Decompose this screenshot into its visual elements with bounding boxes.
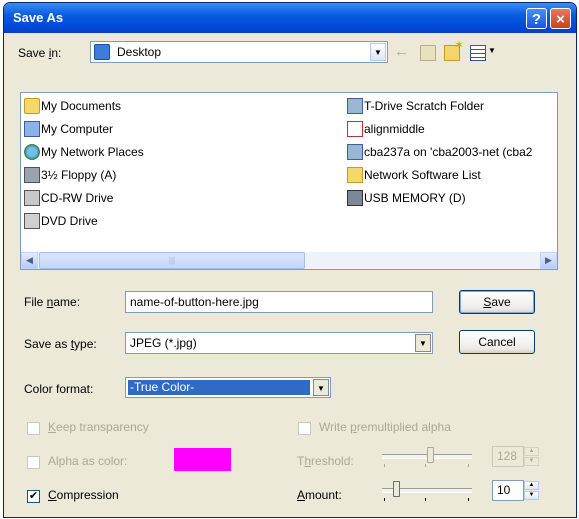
new-folder-star-icon: ✶ bbox=[454, 38, 465, 52]
horizontal-scrollbar[interactable]: ◀ ||| ▶ bbox=[21, 252, 557, 269]
premultiplied-alpha-label: Write premultiplied alpha bbox=[319, 420, 451, 434]
compression-label: Compression bbox=[48, 488, 119, 502]
list-item-label: USB MEMORY (D) bbox=[364, 191, 466, 205]
amount-slider[interactable] bbox=[378, 477, 478, 503]
up-folder-icon[interactable] bbox=[420, 45, 436, 61]
my-documents-icon bbox=[24, 98, 40, 114]
premultiplied-alpha-checkbox[interactable] bbox=[298, 422, 311, 435]
scroll-left-icon[interactable]: ◀ bbox=[21, 252, 38, 269]
save-button[interactable]: Save bbox=[459, 290, 535, 314]
spin-up-icon[interactable]: ▲ bbox=[524, 447, 539, 456]
amount-label: Amount: bbox=[297, 488, 342, 502]
threshold-input[interactable]: 128 bbox=[492, 446, 524, 467]
amount-slider-thumb[interactable] bbox=[393, 481, 400, 497]
save-as-type-combo[interactable]: JPEG (*.jpg) ▼ bbox=[125, 332, 433, 354]
threshold-spinner[interactable]: ▲ ▼ bbox=[524, 446, 539, 467]
file-list[interactable]: My Documents My Computer My Network Plac… bbox=[20, 92, 558, 270]
file-name-input[interactable]: name-of-button-here.jpg bbox=[125, 291, 433, 313]
spin-up-icon[interactable]: ▲ bbox=[524, 481, 539, 490]
file-name-label: File name: bbox=[24, 295, 81, 309]
threshold-label: Threshold: bbox=[297, 454, 354, 468]
save-in-combo[interactable]: Desktop ▼ bbox=[90, 41, 388, 63]
dialog-title: Save As bbox=[13, 10, 64, 25]
save-as-type-label: Save as type: bbox=[24, 337, 97, 351]
cancel-button[interactable]: Cancel bbox=[459, 330, 535, 354]
threshold-slider[interactable] bbox=[378, 443, 478, 469]
color-format-combo[interactable]: -True Color- ▼ bbox=[125, 377, 331, 398]
shortcut-icon bbox=[347, 167, 363, 183]
list-item-label: 3½ Floppy (A) bbox=[41, 168, 117, 182]
list-item-label: My Computer bbox=[41, 122, 114, 136]
spin-down-icon[interactable]: ▼ bbox=[524, 457, 539, 466]
view-menu-arrow-icon[interactable]: ▼ bbox=[488, 46, 496, 55]
keep-transparency-checkbox[interactable] bbox=[27, 422, 40, 435]
help-button[interactable]: ? bbox=[526, 8, 547, 29]
scroll-thumb[interactable]: ||| bbox=[39, 252, 305, 269]
cd-drive-icon bbox=[24, 190, 40, 206]
alpha-as-color-label: Alpha as color: bbox=[48, 454, 128, 468]
list-item-label: alignmiddle bbox=[364, 122, 425, 136]
list-item-label: T-Drive Scratch Folder bbox=[364, 99, 485, 113]
save-in-label: Save in: bbox=[18, 46, 62, 60]
desktop-icon bbox=[94, 44, 110, 60]
keep-transparency-label: Keep transparency bbox=[48, 420, 149, 434]
list-item-label: My Network Places bbox=[41, 145, 144, 159]
scroll-right-icon[interactable]: ▶ bbox=[540, 252, 557, 269]
save-as-dialog: Save As ? × Save in: Desktop ▼ ← ✶ ▼ My … bbox=[3, 2, 577, 518]
network-drive-icon bbox=[347, 144, 363, 160]
threshold-slider-thumb[interactable] bbox=[427, 447, 434, 463]
close-button[interactable]: × bbox=[550, 8, 571, 29]
chevron-down-icon[interactable]: ▼ bbox=[313, 379, 329, 396]
chevron-down-icon[interactable]: ▼ bbox=[415, 334, 431, 352]
list-item-label: My Documents bbox=[41, 99, 122, 113]
color-format-value: -True Color- bbox=[128, 380, 310, 395]
list-item-label: CD-RW Drive bbox=[41, 191, 114, 205]
compression-checkbox[interactable]: ✔ bbox=[27, 490, 40, 503]
alpha-color-swatch[interactable] bbox=[174, 448, 231, 471]
title-bar[interactable]: Save As ? × bbox=[4, 3, 576, 33]
back-icon[interactable]: ← bbox=[394, 43, 409, 60]
alpha-as-color-checkbox[interactable] bbox=[27, 456, 40, 469]
my-computer-icon bbox=[24, 121, 40, 137]
list-item-label: cba237a on 'cba2003-net (cba2 bbox=[364, 145, 533, 159]
list-item-label: Network Software List bbox=[364, 168, 481, 182]
dvd-drive-icon bbox=[24, 213, 40, 229]
floppy-drive-icon bbox=[24, 167, 40, 183]
list-item-label: DVD Drive bbox=[41, 214, 98, 228]
network-folder-icon bbox=[347, 98, 363, 114]
save-in-value: Desktop bbox=[117, 45, 162, 59]
amount-spinner[interactable]: ▲ ▼ bbox=[524, 480, 539, 501]
usb-drive-icon bbox=[347, 190, 363, 206]
chevron-down-icon[interactable]: ▼ bbox=[370, 43, 386, 61]
image-file-icon bbox=[347, 121, 363, 137]
network-places-icon bbox=[24, 144, 40, 160]
color-format-label: Color format: bbox=[24, 382, 94, 396]
save-as-type-value: JPEG (*.jpg) bbox=[130, 336, 197, 350]
spin-down-icon[interactable]: ▼ bbox=[524, 491, 539, 500]
view-menu-icon[interactable] bbox=[470, 45, 486, 61]
amount-input[interactable]: 10 bbox=[492, 480, 524, 501]
